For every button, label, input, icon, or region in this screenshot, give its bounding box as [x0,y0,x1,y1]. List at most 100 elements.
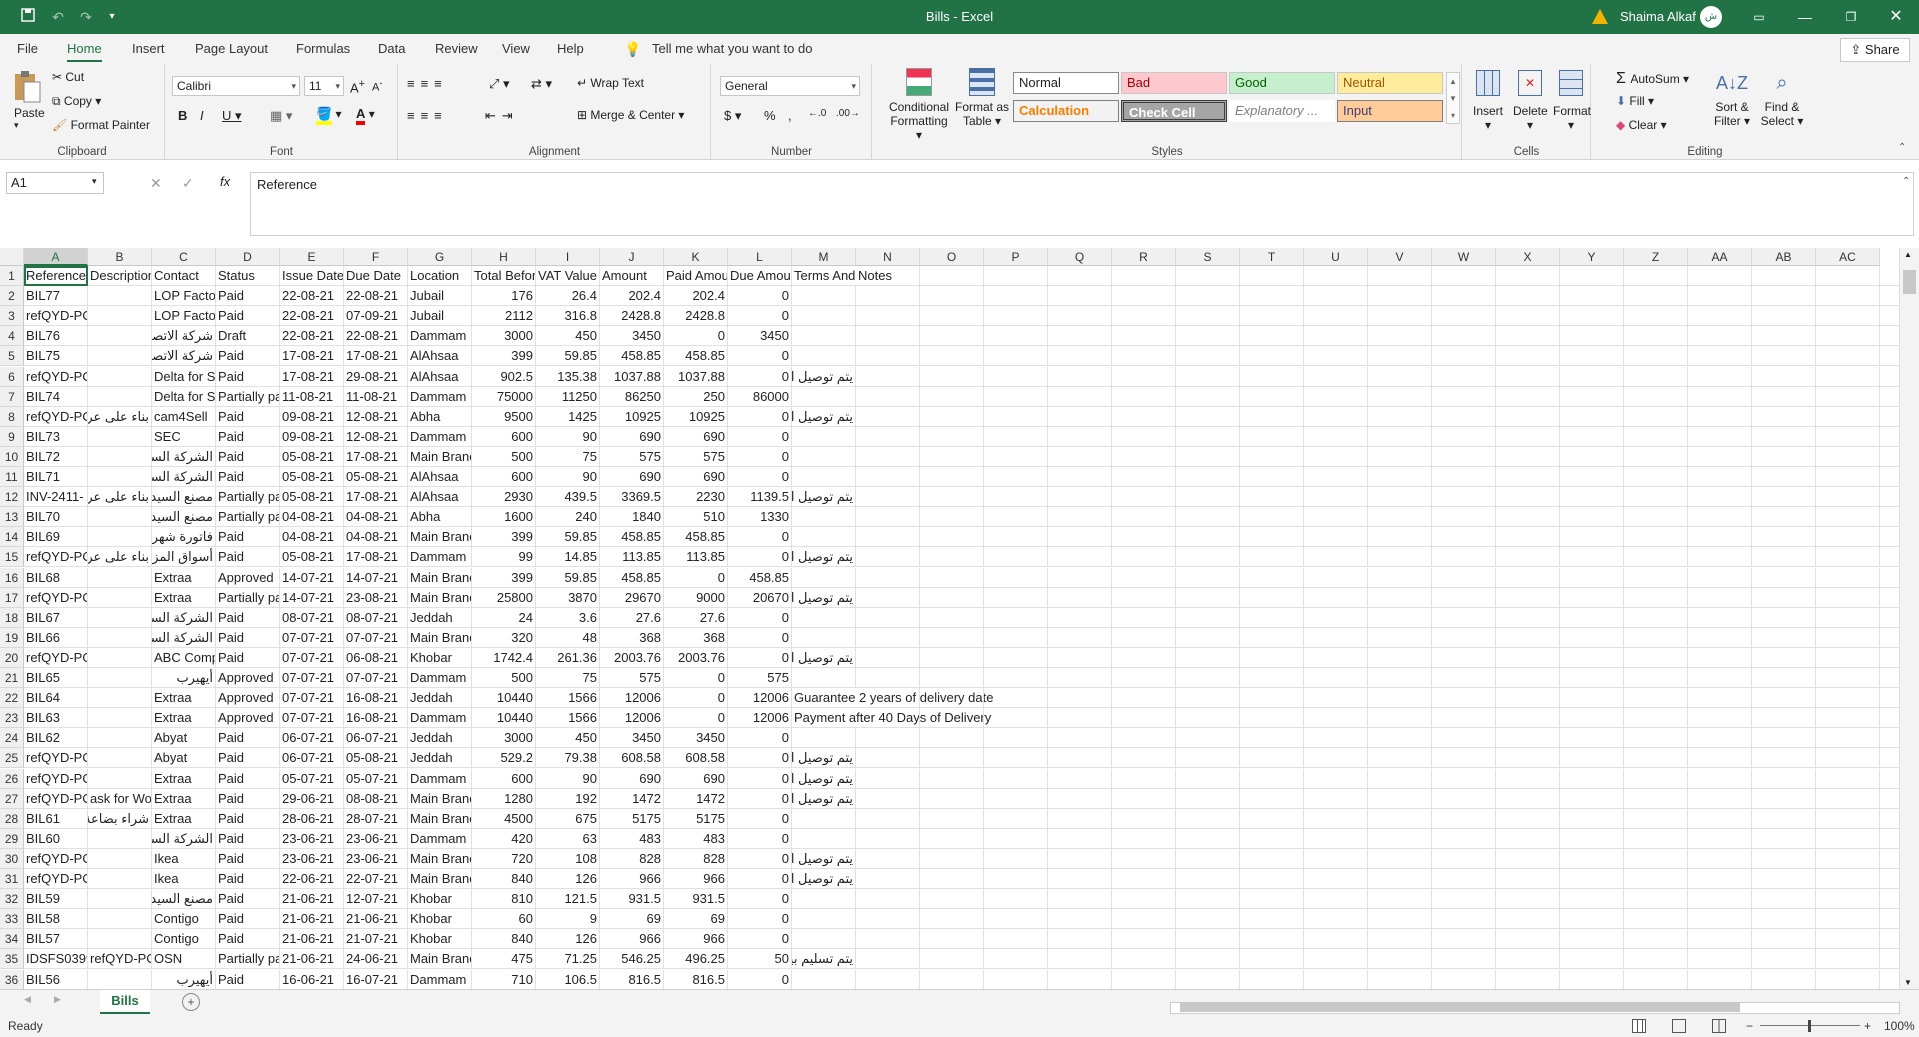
cell[interactable] [88,567,152,588]
cell[interactable] [920,647,984,668]
cell[interactable] [1176,788,1240,809]
cell[interactable]: 1600 [472,507,536,528]
cell[interactable] [1048,969,1112,990]
cell[interactable] [1752,788,1816,809]
cell[interactable] [1816,587,1880,608]
cell[interactable]: Main Branch [408,446,472,467]
cell[interactable] [88,366,152,387]
cell[interactable] [920,346,984,367]
cell[interactable] [1432,406,1496,427]
cell[interactable] [88,386,152,407]
cell[interactable]: 26.4 [536,286,600,307]
cell[interactable]: 250 [664,386,728,407]
cell[interactable] [1432,828,1496,849]
cell[interactable] [984,949,1048,970]
cell[interactable] [1112,326,1176,347]
cell[interactable]: أيهيرب [152,969,216,990]
cell[interactable] [1176,266,1240,286]
cell[interactable] [1624,306,1688,327]
cell[interactable] [856,306,920,327]
cell[interactable] [1304,306,1368,327]
cell[interactable] [1304,828,1368,849]
cell[interactable]: 14-07-21 [344,567,408,588]
cell[interactable]: 12006 [600,688,664,709]
cell[interactable] [1752,869,1816,889]
cell[interactable] [1176,627,1240,648]
cell[interactable] [1240,286,1304,307]
cell[interactable]: 12006 [600,708,664,729]
row-header[interactable]: 24 [0,728,24,749]
cell[interactable] [1816,607,1880,628]
cell[interactable] [1496,326,1560,347]
cell[interactable]: Paid [216,527,280,548]
cell[interactable] [1304,808,1368,829]
cell[interactable] [920,607,984,628]
cell[interactable]: 59.85 [536,567,600,588]
cell[interactable]: BIL67 [24,607,88,628]
cell[interactable]: 05-08-21 [280,446,344,467]
cell[interactable] [920,808,984,829]
cell[interactable] [1816,909,1880,930]
column-header-m[interactable]: M [792,248,856,266]
cell[interactable] [984,748,1048,769]
cell[interactable]: 0 [728,406,792,427]
cell[interactable] [1240,889,1304,910]
cell[interactable]: refQYD-PO035 [24,848,88,869]
cell[interactable] [1496,969,1560,990]
cell[interactable]: 63 [536,828,600,849]
cell[interactable] [1304,426,1368,447]
cell[interactable] [984,426,1048,447]
cell[interactable] [1240,386,1304,407]
cell[interactable] [88,728,152,749]
cell[interactable] [984,446,1048,467]
cell[interactable] [984,366,1048,387]
cell[interactable] [856,748,920,769]
cell[interactable] [1496,768,1560,789]
cell[interactable] [1560,326,1624,347]
cell[interactable] [1816,688,1880,709]
cell[interactable] [88,708,152,729]
cell[interactable] [984,668,1048,688]
cell[interactable] [1752,567,1816,588]
cell[interactable]: 10440 [472,708,536,729]
cell[interactable] [1368,929,1432,950]
cell[interactable] [856,386,920,407]
expand-formula-icon[interactable]: ⌃ [1902,176,1910,187]
cell[interactable]: 135.38 [536,366,600,387]
cell[interactable] [1624,708,1688,729]
cell[interactable]: Main Branch [408,788,472,809]
column-header-u[interactable]: U [1304,248,1368,266]
cell[interactable] [1048,587,1112,608]
cell[interactable]: 690 [600,467,664,487]
cell[interactable] [1368,266,1432,286]
cell[interactable] [88,647,152,668]
row-header[interactable]: 10 [0,446,24,467]
cell[interactable]: 108 [536,848,600,869]
cell[interactable] [1752,889,1816,910]
cell[interactable]: 9500 [472,406,536,427]
cell[interactable]: 0 [728,788,792,809]
cell[interactable]: يتم توصيل البضاعة خلال [792,547,856,568]
cell[interactable]: Partially paid [216,487,280,508]
cell[interactable] [1304,587,1368,608]
cell[interactable] [1752,828,1816,849]
cell[interactable] [856,688,920,709]
cell[interactable]: 09-08-21 [280,426,344,447]
cell[interactable] [920,768,984,789]
format-painter-button[interactable]: 🖌 Format Painter [52,118,150,132]
cell[interactable] [1176,527,1240,548]
cell[interactable] [920,527,984,548]
cell[interactable]: 0 [728,828,792,849]
cell[interactable] [1048,728,1112,749]
cell[interactable] [1688,446,1752,467]
cell[interactable] [792,607,856,628]
column-header-e[interactable]: E [280,248,344,266]
cell[interactable] [1496,808,1560,829]
cell[interactable] [1304,286,1368,307]
cell[interactable] [1176,346,1240,367]
column-header-a[interactable]: A [24,248,88,266]
cell[interactable] [1240,708,1304,729]
cell[interactable] [1304,647,1368,668]
cell[interactable] [1688,386,1752,407]
cell[interactable] [1496,487,1560,508]
